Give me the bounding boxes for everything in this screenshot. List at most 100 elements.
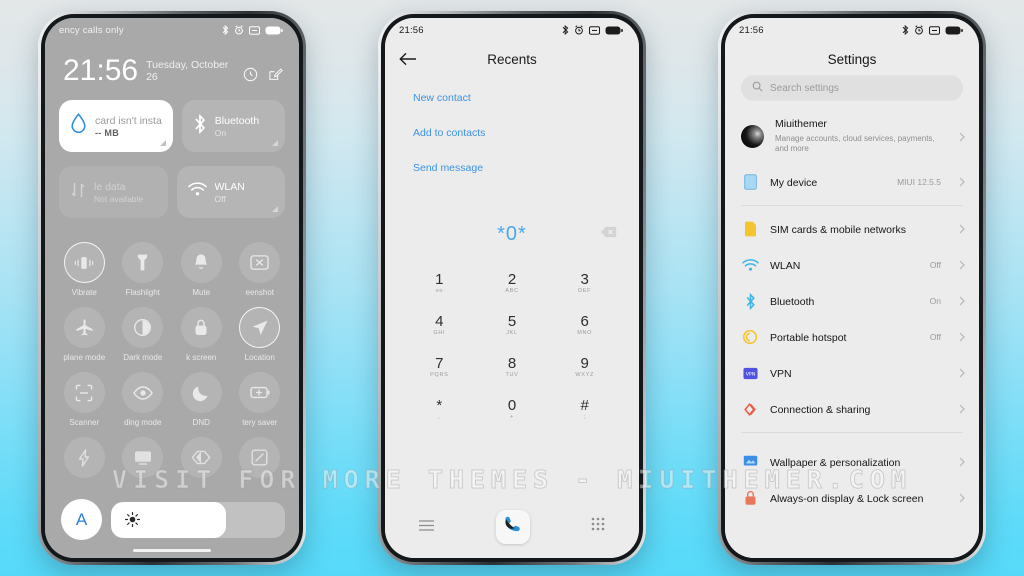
settings-item-my-device[interactable]: My device MIUI 12.5.5 xyxy=(725,164,979,200)
toggle-airplane-mode[interactable]: plane mode xyxy=(55,297,114,362)
key-sub: MNO xyxy=(577,329,593,336)
toggle-label: Mute xyxy=(192,288,211,297)
toggle-mute[interactable]: Mute xyxy=(172,232,231,297)
toggle-location[interactable]: Location xyxy=(231,297,290,362)
vibrate-icon xyxy=(63,242,105,283)
item-label: Wallpaper & personalization xyxy=(770,457,901,470)
flashlight-icon xyxy=(122,242,164,283)
settings-item-account[interactable]: Miuithemer Manage accounts, cloud servic… xyxy=(725,109,979,164)
toggle-label: eenshot xyxy=(245,288,274,297)
battery-plus-icon xyxy=(239,372,281,413)
toggle-label: ding mode xyxy=(124,418,162,427)
phone3-screen: 21:56 Settings Search settings Miuitheme… xyxy=(725,18,979,558)
wlan-tile[interactable]: WLAN Off xyxy=(176,166,285,218)
key-digit: 1 xyxy=(435,270,444,288)
key-hash[interactable]: #; xyxy=(548,388,621,430)
toggle-screenshot[interactable]: eenshot xyxy=(231,232,290,297)
battery-icon xyxy=(265,26,283,34)
data-arrows-icon xyxy=(70,181,86,204)
bluetooth-text: Bluetooth On xyxy=(215,115,259,138)
send-message-link[interactable]: Send message xyxy=(413,162,639,174)
device-icon xyxy=(741,173,759,191)
settings-item-wlan[interactable]: WLAN Off xyxy=(725,247,979,283)
key-digit: 6 xyxy=(580,312,589,330)
data-usage-value: -- MB xyxy=(95,127,119,138)
toggle-dnd[interactable]: DND xyxy=(172,362,231,427)
key-4[interactable]: 4 GHI xyxy=(403,304,476,346)
expand-corner-icon[interactable] xyxy=(272,206,278,212)
toggle-scanner[interactable]: Scanner xyxy=(55,362,114,427)
brightness-slider[interactable] xyxy=(111,501,285,538)
toggle-rotation-lock[interactable] xyxy=(231,427,290,483)
mobile-data-title: le data xyxy=(94,180,126,193)
phone2-screen: 21:56 Recents New contact Add to contact… xyxy=(385,18,639,558)
key-1[interactable]: 1 oo xyxy=(403,262,476,304)
settings-list: Miuithemer Manage accounts, cloud servic… xyxy=(725,109,979,558)
settings-gear-icon[interactable] xyxy=(243,67,258,82)
key-7[interactable]: 7 PQRS xyxy=(403,346,476,388)
phone-handset-icon xyxy=(502,514,523,540)
toggle-color-invert[interactable] xyxy=(172,427,231,483)
item-body: WLAN xyxy=(770,256,919,274)
phone1-screen: ency calls only 21:56 Tuesday, October 2… xyxy=(45,18,299,558)
settings-item-always-on-display[interactable]: Always-on display & Lock screen xyxy=(725,480,979,516)
item-value: MIUI 12.5.5 xyxy=(897,177,941,188)
mobile-data-tile[interactable]: le data Not available xyxy=(59,166,168,218)
toggle-dark-mode[interactable]: Dark mode xyxy=(114,297,173,362)
item-body: My device xyxy=(770,173,886,191)
status-time: 21:56 xyxy=(399,24,424,36)
key-6[interactable]: 6 MNO xyxy=(548,304,621,346)
backspace-icon[interactable] xyxy=(600,225,617,243)
toggle-battery-saver[interactable]: tery saver xyxy=(231,362,290,427)
settings-item-portable-hotspot[interactable]: Portable hotspot Off xyxy=(725,319,979,355)
section-divider xyxy=(741,432,963,434)
toggle-label: tery saver xyxy=(242,418,278,427)
key-2[interactable]: 2 ABC xyxy=(476,262,549,304)
toggle-flashlight[interactable]: Flashlight xyxy=(114,232,173,297)
call-button[interactable] xyxy=(495,510,530,544)
dialpad-icon[interactable] xyxy=(591,517,605,537)
toggle-vibrate[interactable]: Vibrate xyxy=(55,232,114,297)
settings-item-sim-cards[interactable]: SIM cards & mobile networks xyxy=(725,211,979,247)
data-usage-tile[interactable]: card isn't insta -- MB xyxy=(59,100,173,152)
new-contact-link[interactable]: New contact xyxy=(413,92,639,104)
wifi-icon xyxy=(741,256,759,274)
status-icons xyxy=(902,25,963,35)
key-star[interactable]: *, xyxy=(403,388,476,430)
item-value: Off xyxy=(929,260,941,271)
search-settings-bar[interactable]: Search settings xyxy=(741,75,963,101)
expand-corner-icon[interactable] xyxy=(272,140,278,146)
toggle-label: Location xyxy=(244,353,275,362)
toggle-reading-mode[interactable]: ding mode xyxy=(114,362,173,427)
vpn-icon: VPN xyxy=(741,364,759,382)
bluetooth-state: On xyxy=(214,127,227,138)
key-3[interactable]: 3 DEF xyxy=(548,262,621,304)
key-sub: WXYZ xyxy=(575,371,595,378)
settings-item-wallpaper[interactable]: Wallpaper & personalization xyxy=(725,444,979,480)
key-0[interactable]: 0 + xyxy=(476,388,549,430)
expand-corner-icon[interactable] xyxy=(159,140,166,146)
keypad-row-4: *, 0 + #; xyxy=(403,388,621,430)
hamburger-menu-icon[interactable] xyxy=(419,518,434,536)
toggle-cast[interactable] xyxy=(114,427,173,483)
bluetooth-tile[interactable]: Bluetooth On xyxy=(181,100,285,152)
key-digit: * xyxy=(436,396,443,414)
dialed-number: *0* xyxy=(497,222,527,245)
dialer-app: 21:56 Recents New contact Add to contact… xyxy=(385,18,639,558)
key-9[interactable]: 9 WXYZ xyxy=(548,346,621,388)
settings-item-vpn[interactable]: VPN VPN xyxy=(725,355,979,391)
edit-icon[interactable] xyxy=(268,67,283,82)
add-to-contacts-link[interactable]: Add to contacts xyxy=(413,127,639,139)
toggle-quick-bolt[interactable] xyxy=(55,427,114,483)
page-title: Settings xyxy=(827,52,877,67)
keypad-row-1: 1 oo 2 ABC 3 DEF xyxy=(403,262,621,304)
settings-item-bluetooth[interactable]: Bluetooth On xyxy=(725,283,979,319)
auto-brightness-button[interactable]: A xyxy=(61,499,102,540)
key-8[interactable]: 8 TUV xyxy=(476,346,549,388)
key-sub: JKL xyxy=(506,329,518,336)
key-5[interactable]: 5 JKL xyxy=(476,304,549,346)
settings-item-connection-sharing[interactable]: Connection & sharing xyxy=(725,391,979,427)
rotate-lock-icon xyxy=(239,437,281,478)
phone2-status-bar: 21:56 xyxy=(385,18,639,42)
toggle-lock-screen[interactable]: k screen xyxy=(172,297,231,362)
